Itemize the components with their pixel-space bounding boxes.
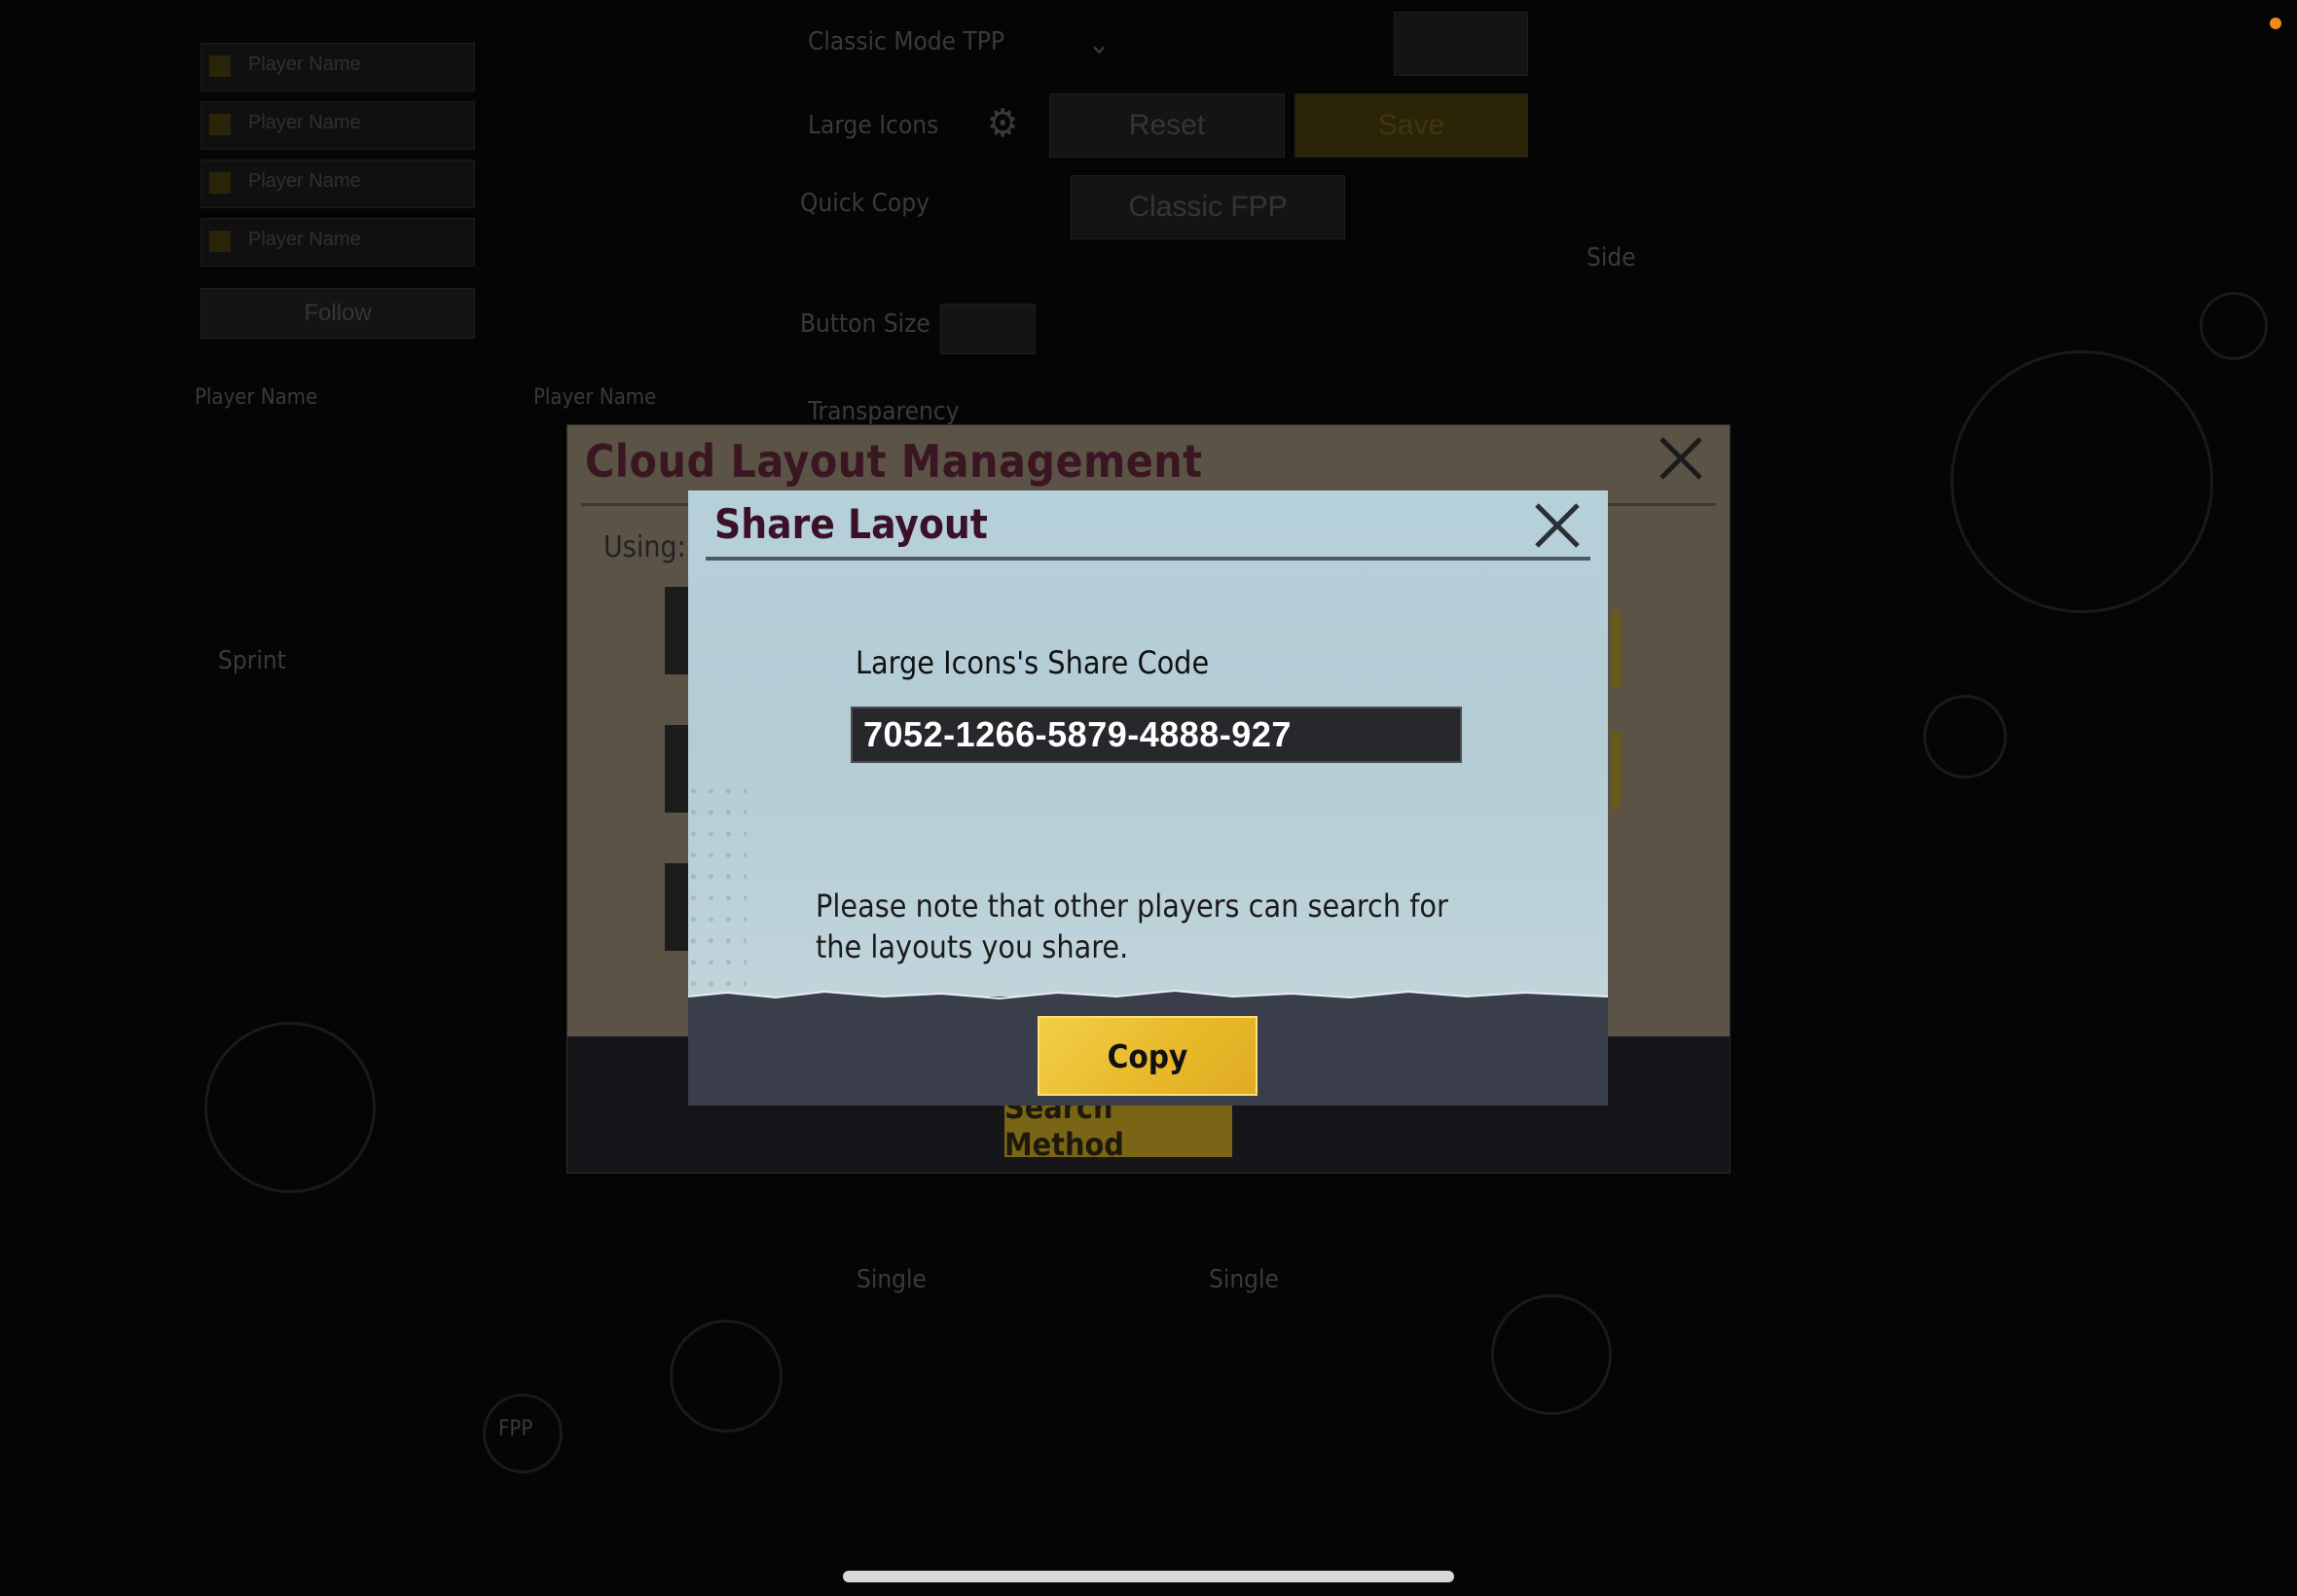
mode-select[interactable]: Classic Mode TPP (808, 27, 1004, 56)
save-button[interactable]: Save (1294, 93, 1528, 158)
side-label: Side (1586, 243, 1636, 272)
player-list-item: Player Name (201, 218, 475, 267)
chevron-down-icon[interactable]: ⌄ (1088, 27, 1111, 61)
player-list-item: Player Name (201, 101, 475, 150)
copy-button[interactable]: Copy (1038, 1016, 1258, 1096)
torn-edge-decoration (688, 989, 1608, 1004)
player-name: Player Name (248, 170, 361, 192)
player-name: Player Name (248, 54, 361, 75)
share-code-label: Large Icons's Share Code (856, 644, 1210, 681)
transparency-label: Transparency (808, 397, 960, 426)
hud-round-button[interactable] (1491, 1294, 1612, 1415)
reset-button[interactable]: Reset (1049, 93, 1285, 158)
share-note-text: Please note that other players can searc… (816, 888, 1448, 965)
hud-round-button[interactable] (1923, 695, 2007, 779)
sprint-label: Sprint (218, 646, 286, 675)
follow-button[interactable]: Follow (201, 288, 475, 339)
share-layout-dialog: Share Layout Large Icons's Share Code 70… (688, 490, 1608, 1106)
player-list-item: Player Name (201, 160, 475, 208)
exit-icon[interactable] (1394, 12, 1528, 76)
fpp-toggle-button[interactable] (483, 1394, 563, 1473)
layout-slot-tab (1611, 731, 1621, 809)
gear-icon[interactable]: ⚙ (987, 101, 1018, 146)
hud-round-button[interactable] (670, 1320, 783, 1433)
layout-slot-tab (1611, 610, 1621, 688)
player-list-item: Player Name (201, 43, 475, 91)
joystick-ring[interactable] (1951, 350, 2213, 613)
close-icon[interactable] (1532, 500, 1583, 551)
divider (706, 557, 1590, 561)
crosshair-icon[interactable] (2200, 292, 2268, 360)
movement-joystick[interactable] (204, 1022, 376, 1193)
quick-copy-button[interactable]: Classic FPP (1071, 175, 1345, 239)
cloud-dialog-title: Cloud Layout Management (585, 435, 1203, 488)
fire-mode-right: Single (1209, 1265, 1279, 1294)
player-name: Player Name (248, 229, 361, 250)
player-right: Player Name (533, 385, 657, 410)
status-indicator-dot (2270, 18, 2281, 29)
fire-mode-left: Single (857, 1265, 927, 1294)
close-icon[interactable] (1654, 431, 1708, 486)
player-left: Player Name (195, 385, 318, 410)
quick-copy-label: Quick Copy (800, 189, 930, 218)
home-indicator[interactable] (843, 1571, 1454, 1582)
share-code-field[interactable]: 7052-1266-5879-4888-927 (851, 707, 1462, 763)
layout-name: Large Icons (808, 111, 939, 140)
player-name: Player Name (248, 112, 361, 133)
share-dialog-title: Share Layout (714, 500, 988, 548)
button-size-label: Button Size (800, 309, 930, 339)
button-size-slider[interactable] (940, 304, 1036, 354)
